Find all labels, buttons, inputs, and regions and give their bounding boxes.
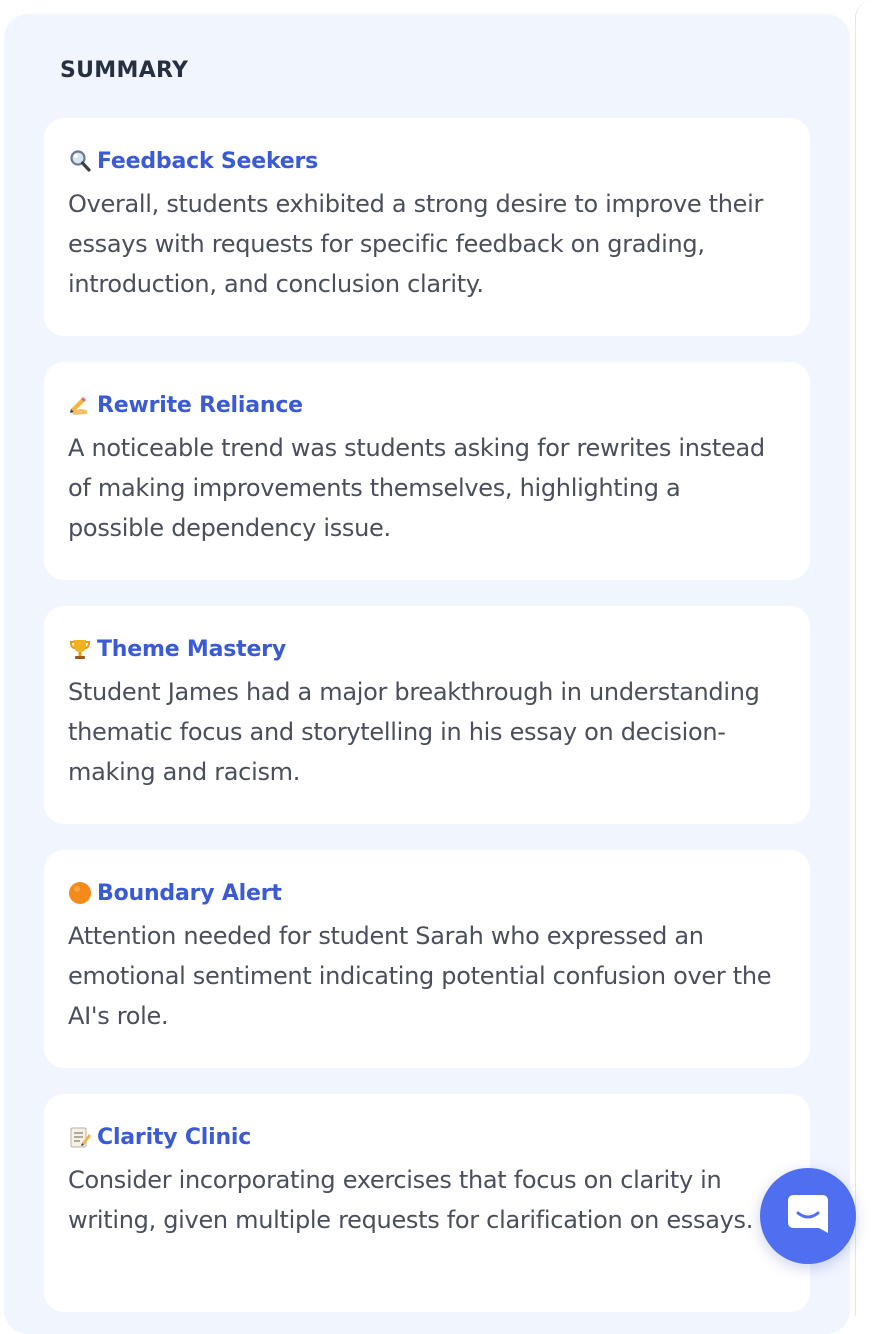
card-body: A noticeable trend was students asking f… bbox=[68, 434, 765, 542]
trophy-icon bbox=[68, 637, 92, 661]
summary-panel: SUMMARY Feedback Seekers Overall, studen… bbox=[4, 14, 850, 1334]
summary-card-clarity-clinic: Clarity Clinic Consider incorporating ex… bbox=[44, 1094, 810, 1312]
card-title-row: Rewrite Reliance bbox=[68, 390, 786, 420]
card-title: Boundary Alert bbox=[97, 880, 282, 906]
memo-icon bbox=[68, 1125, 92, 1149]
right-panel-edge bbox=[855, 0, 876, 1316]
card-body: Overall, students exhibited a strong des… bbox=[68, 190, 764, 298]
writing-hand-icon bbox=[68, 393, 92, 417]
card-body: Consider incorporating exercises that fo… bbox=[68, 1166, 754, 1234]
magnifying-glass-icon bbox=[68, 149, 92, 173]
card-title: Theme Mastery bbox=[97, 636, 286, 662]
summary-card-theme-mastery: Theme Mastery Student James had a major … bbox=[44, 606, 810, 824]
card-body: Attention needed for student Sarah who e… bbox=[68, 922, 772, 1030]
card-title: Rewrite Reliance bbox=[97, 392, 303, 418]
summary-heading: SUMMARY bbox=[60, 58, 189, 83]
card-title-row: Boundary Alert bbox=[68, 878, 786, 908]
card-title: Clarity Clinic bbox=[97, 1124, 252, 1150]
card-body: Student James had a major breakthrough i… bbox=[68, 678, 760, 786]
summary-card-boundary-alert: Boundary Alert Attention needed for stud… bbox=[44, 850, 810, 1068]
chat-launcher-button[interactable] bbox=[760, 1168, 856, 1264]
chat-bubble-icon bbox=[786, 1193, 830, 1239]
summary-card-feedback-seekers: Feedback Seekers Overall, students exhib… bbox=[44, 118, 810, 336]
card-title-row: Feedback Seekers bbox=[68, 146, 786, 176]
summary-card-rewrite-reliance: Rewrite Reliance A noticeable trend was … bbox=[44, 362, 810, 580]
card-title: Feedback Seekers bbox=[97, 148, 319, 174]
card-title-row: Theme Mastery bbox=[68, 634, 786, 664]
card-title-row: Clarity Clinic bbox=[68, 1122, 786, 1152]
orange-circle-icon bbox=[68, 881, 92, 905]
